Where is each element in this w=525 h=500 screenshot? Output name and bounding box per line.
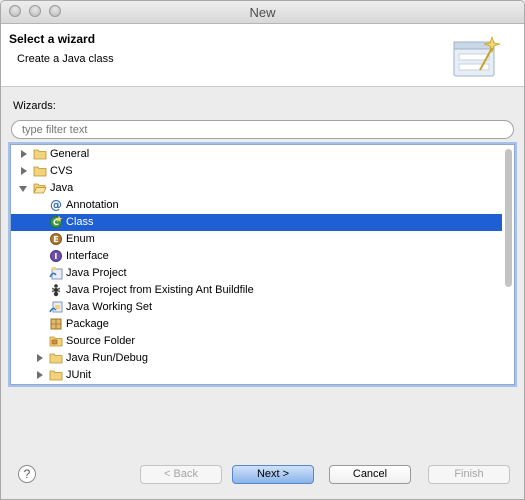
- folder-icon: [33, 164, 47, 178]
- window-title: New: [249, 5, 276, 20]
- tree-item-label: Java Working Set: [66, 301, 153, 313]
- working-set-icon: [49, 300, 63, 314]
- tree-item[interactable]: Java Run/Debug: [11, 350, 502, 367]
- tree-item-label: Source Folder: [66, 335, 136, 347]
- wizards-label: Wizards:: [13, 100, 56, 112]
- svg-text:E: E: [53, 235, 58, 244]
- next-button[interactable]: Next >: [232, 465, 314, 484]
- tree-item[interactable]: @ Annotation: [11, 197, 502, 214]
- collapse-arrow-icon[interactable]: [19, 186, 27, 192]
- wizard-tree[interactable]: General CVS Java @ Annotation C Class E Enum I Int…: [10, 144, 515, 385]
- annotation-icon: @: [49, 198, 63, 212]
- header-title: Select a wizard: [9, 32, 96, 46]
- back-button[interactable]: < Back: [140, 465, 222, 484]
- tree-item-label: Annotation: [66, 199, 119, 211]
- header-message: Create a Java class: [17, 53, 114, 65]
- tree-item-label: Java: [50, 182, 74, 194]
- tree-item[interactable]: I Interface: [11, 248, 502, 265]
- source-folder-icon: [49, 334, 63, 348]
- expand-arrow-icon[interactable]: [21, 150, 27, 158]
- tree-item[interactable]: Java: [11, 180, 502, 197]
- tree-item-label: Enum: [66, 233, 95, 245]
- wizard-header: Select a wizard Create a Java class: [1, 24, 524, 87]
- folder-icon: [33, 147, 47, 161]
- expand-arrow-icon[interactable]: [21, 167, 27, 175]
- tree-item-label: Package: [66, 318, 109, 330]
- finish-button[interactable]: Finish: [428, 465, 510, 484]
- ant-icon: [49, 283, 63, 297]
- tree-item-label: JUnit: [66, 369, 92, 381]
- folder-open-icon: [33, 181, 47, 195]
- expand-arrow-icon[interactable]: [37, 371, 43, 379]
- tree-item-label: Interface: [66, 250, 109, 262]
- tree-item[interactable]: C Class: [11, 214, 502, 231]
- wizard-banner-icon: [453, 35, 501, 77]
- tree-item-label: CVS: [50, 165, 73, 177]
- tree-item[interactable]: JUnit: [11, 367, 502, 384]
- tree-item-label: Class: [66, 216, 94, 228]
- tree-item[interactable]: CVS: [11, 163, 502, 180]
- tree-item[interactable]: Java Working Set: [11, 299, 502, 316]
- tree-item-label: Java Run/Debug: [66, 352, 148, 364]
- enum-icon: E: [49, 232, 63, 246]
- folder-icon: [49, 368, 63, 382]
- java-project-icon: [49, 266, 63, 280]
- folder-icon: [49, 351, 63, 365]
- tree-item[interactable]: E Enum: [11, 231, 502, 248]
- help-button[interactable]: ?: [18, 465, 36, 483]
- tree-scrollbar[interactable]: [505, 149, 512, 287]
- tree-item[interactable]: Java Project from Existing Ant Buildfile: [11, 282, 502, 299]
- filter-input[interactable]: [11, 120, 514, 139]
- tree-item[interactable]: Source Folder: [11, 333, 502, 350]
- interface-icon: I: [49, 249, 63, 263]
- tree-item-label: Java Project: [66, 267, 127, 279]
- new-wizard-dialog: New Select a wizard Create a Java class …: [0, 0, 525, 500]
- title-bar: New: [1, 1, 524, 24]
- svg-text:@: @: [50, 198, 62, 212]
- tree-item[interactable]: Java Project: [11, 265, 502, 282]
- tree-item[interactable]: General: [11, 146, 502, 163]
- svg-text:I: I: [54, 252, 57, 261]
- tree-item-label: Java Project from Existing Ant Buildfile: [66, 284, 254, 296]
- tree-item-label: General: [50, 148, 90, 160]
- expand-arrow-icon[interactable]: [37, 354, 43, 362]
- cancel-button[interactable]: Cancel: [329, 465, 411, 484]
- class-icon: C: [49, 215, 63, 229]
- package-icon: [49, 317, 63, 331]
- tree-item[interactable]: Package: [11, 316, 502, 333]
